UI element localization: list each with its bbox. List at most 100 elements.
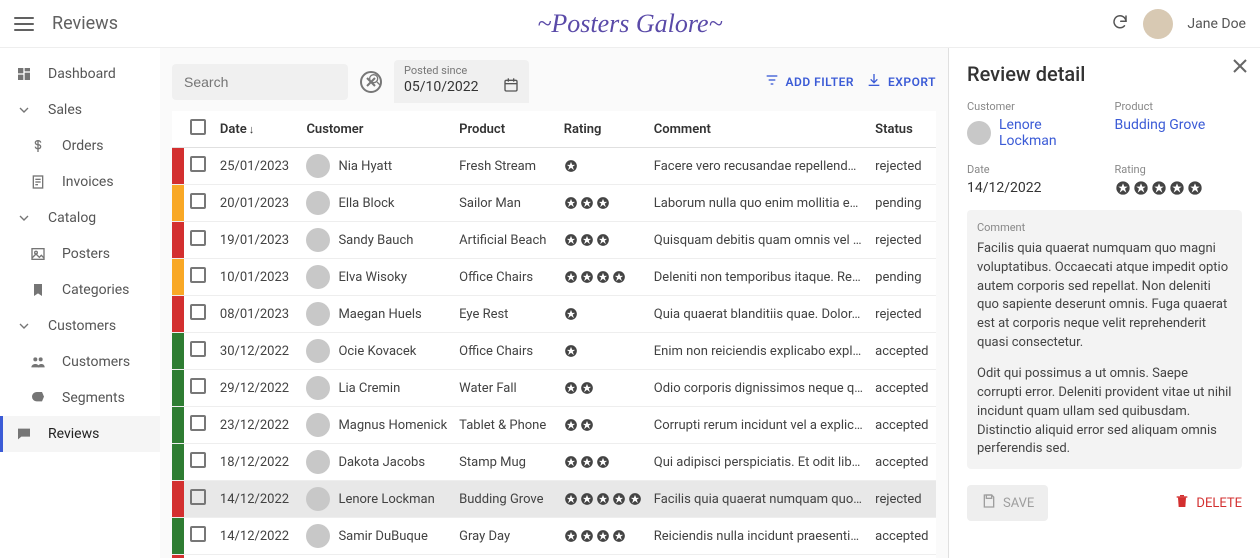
detail-customer-link[interactable]: Lenore Lockman xyxy=(999,117,1095,149)
row-checkbox[interactable] xyxy=(190,193,206,209)
refresh-icon[interactable] xyxy=(1111,13,1129,35)
cell-customer: Maegan Huels xyxy=(300,296,453,333)
cell-date: 30/12/2022 xyxy=(214,333,301,370)
cell-rating xyxy=(558,518,648,555)
sidebar-item-label: Posters xyxy=(62,246,110,262)
status-stripe xyxy=(172,370,184,407)
export-button[interactable]: EXPORT xyxy=(866,72,936,91)
col-header-product[interactable]: Product xyxy=(453,111,558,148)
sidebar-item-customers[interactable]: Customers xyxy=(0,308,160,344)
col-header-date[interactable]: Date↓ xyxy=(214,111,301,148)
posted-since-value: 05/10/2022 xyxy=(404,79,479,95)
sidebar-item-customers[interactable]: Customers xyxy=(0,344,160,380)
detail-comment-box[interactable]: Comment Facilis quia quaerat numquam quo… xyxy=(967,210,1242,469)
clear-filter-button[interactable] xyxy=(360,71,382,93)
table-row[interactable]: 20/01/2023Ella BlockSailor ManLaborum nu… xyxy=(172,185,936,222)
sidebar-item-sales[interactable]: Sales xyxy=(0,92,160,128)
select-all-checkbox[interactable] xyxy=(190,119,206,135)
cell-date: 20/01/2023 xyxy=(214,185,301,222)
cell-product: Water Fall xyxy=(453,370,558,407)
cell-customer: Sandy Bauch xyxy=(300,222,453,259)
cell-date: 19/01/2023 xyxy=(214,222,301,259)
detail-product-link[interactable]: Budding Grove xyxy=(1115,117,1243,133)
reviews-table: Date↓ Customer Product Rating Comment St… xyxy=(172,111,936,558)
sidebar-item-reviews[interactable]: Reviews xyxy=(0,416,160,452)
detail-product-label: Product xyxy=(1115,100,1243,113)
col-header-customer[interactable]: Customer xyxy=(300,111,453,148)
cell-rating xyxy=(558,407,648,444)
cell-date: 14/12/2022 xyxy=(214,481,301,518)
sidebar-item-catalog[interactable]: Catalog xyxy=(0,200,160,236)
cell-comment: Odio corporis dignissimos neque q… xyxy=(648,370,869,407)
row-checkbox[interactable] xyxy=(190,304,206,320)
user-avatar[interactable] xyxy=(1143,9,1173,39)
invoice-icon xyxy=(28,174,48,190)
table-row[interactable]: 23/12/2022Magnus HomenickTablet & PhoneC… xyxy=(172,407,936,444)
table-row[interactable]: 25/01/2023Nia HyattFresh StreamFacere ve… xyxy=(172,148,936,185)
col-header-rating[interactable]: Rating xyxy=(558,111,648,148)
cell-comment: Quisquam debitis quam omnis vel … xyxy=(648,222,869,259)
col-header-comment[interactable]: Comment xyxy=(648,111,869,148)
posted-since-label: Posted since xyxy=(404,64,519,77)
cell-date: 08/01/2023 xyxy=(214,296,301,333)
cell-customer: Lenore Lockman xyxy=(300,481,453,518)
table-row[interactable]: 10/01/2023Elva WisokyOffice ChairsDeleni… xyxy=(172,259,936,296)
search-input[interactable] xyxy=(182,73,367,91)
status-stripe xyxy=(172,407,184,444)
sidebar-item-segments[interactable]: Segments xyxy=(0,380,160,416)
menu-toggle-button[interactable] xyxy=(14,17,34,31)
sidebar-item-invoices[interactable]: Invoices xyxy=(0,164,160,200)
table-row[interactable]: 29/12/2022Lia CreminWater Fall Odio corpo… xyxy=(172,370,936,407)
sidebar-item-dashboard[interactable]: Dashboard xyxy=(0,56,160,92)
cell-comment: Reiciendis nulla incidunt praesenti… xyxy=(648,518,869,555)
customer-avatar xyxy=(306,228,330,252)
row-checkbox[interactable] xyxy=(190,341,206,357)
chevron-icon xyxy=(14,210,34,226)
sidebar-item-posters[interactable]: Posters xyxy=(0,236,160,272)
table-row[interactable]: 12/12/2022Ellie KoeppBridge LightsAssume… xyxy=(172,555,936,558)
save-button: SAVE xyxy=(967,485,1048,521)
cell-rating xyxy=(558,555,648,558)
table-row[interactable]: 14/12/2022Samir DuBuqueGray DayReiciendi… xyxy=(172,518,936,555)
table-row[interactable]: 19/01/2023Sandy BauchArtificial BeachQui… xyxy=(172,222,936,259)
table-row[interactable]: 14/12/2022Lenore LockmanBudding GroveFac… xyxy=(172,481,936,518)
close-detail-button[interactable] xyxy=(1232,58,1248,78)
posted-since-filter[interactable]: Posted since 05/10/2022 xyxy=(394,60,529,103)
app-brand: ~Posters Galore~ xyxy=(537,9,722,39)
user-name: Jane Doe xyxy=(1187,16,1246,32)
export-label: EXPORT xyxy=(888,75,936,89)
cell-status: accepted xyxy=(869,518,936,555)
status-stripe xyxy=(172,555,184,558)
status-stripe xyxy=(172,518,184,555)
table-row[interactable]: 30/12/2022Ocie KovacekOffice ChairsEnim … xyxy=(172,333,936,370)
customer-avatar xyxy=(306,154,330,178)
sidebar-item-label: Reviews xyxy=(48,426,99,442)
table-row[interactable]: 18/12/2022Dakota JacobsStamp MugQui adip… xyxy=(172,444,936,481)
search-input-wrapper[interactable] xyxy=(172,64,348,100)
sidebar-item-categories[interactable]: Categories xyxy=(0,272,160,308)
sidebar-item-label: Segments xyxy=(62,390,125,406)
table-row[interactable]: 08/01/2023Maegan HuelsEye RestQuia quaer… xyxy=(172,296,936,333)
sidebar-item-label: Invoices xyxy=(62,174,114,190)
cell-rating xyxy=(558,444,648,481)
cell-customer: Lia Cremin xyxy=(300,370,453,407)
add-filter-button[interactable]: ADD FILTER xyxy=(764,72,855,91)
row-checkbox[interactable] xyxy=(190,378,206,394)
row-checkbox[interactable] xyxy=(190,415,206,431)
cell-date: 29/12/2022 xyxy=(214,370,301,407)
detail-rating-value xyxy=(1115,180,1243,196)
detail-title: Review detail xyxy=(967,62,1242,86)
row-checkbox[interactable] xyxy=(190,489,206,505)
sidebar-item-orders[interactable]: Orders xyxy=(0,128,160,164)
add-filter-label: ADD FILTER xyxy=(786,75,855,89)
row-checkbox[interactable] xyxy=(190,156,206,172)
cell-product: Tablet & Phone xyxy=(453,407,558,444)
row-checkbox[interactable] xyxy=(190,526,206,542)
cell-status: accepted xyxy=(869,370,936,407)
row-checkbox[interactable] xyxy=(190,267,206,283)
col-header-status[interactable]: Status xyxy=(869,111,936,148)
row-checkbox[interactable] xyxy=(190,230,206,246)
delete-button[interactable]: DELETE xyxy=(1174,493,1242,513)
row-checkbox[interactable] xyxy=(190,452,206,468)
sidebar-item-label: Customers xyxy=(48,318,116,334)
